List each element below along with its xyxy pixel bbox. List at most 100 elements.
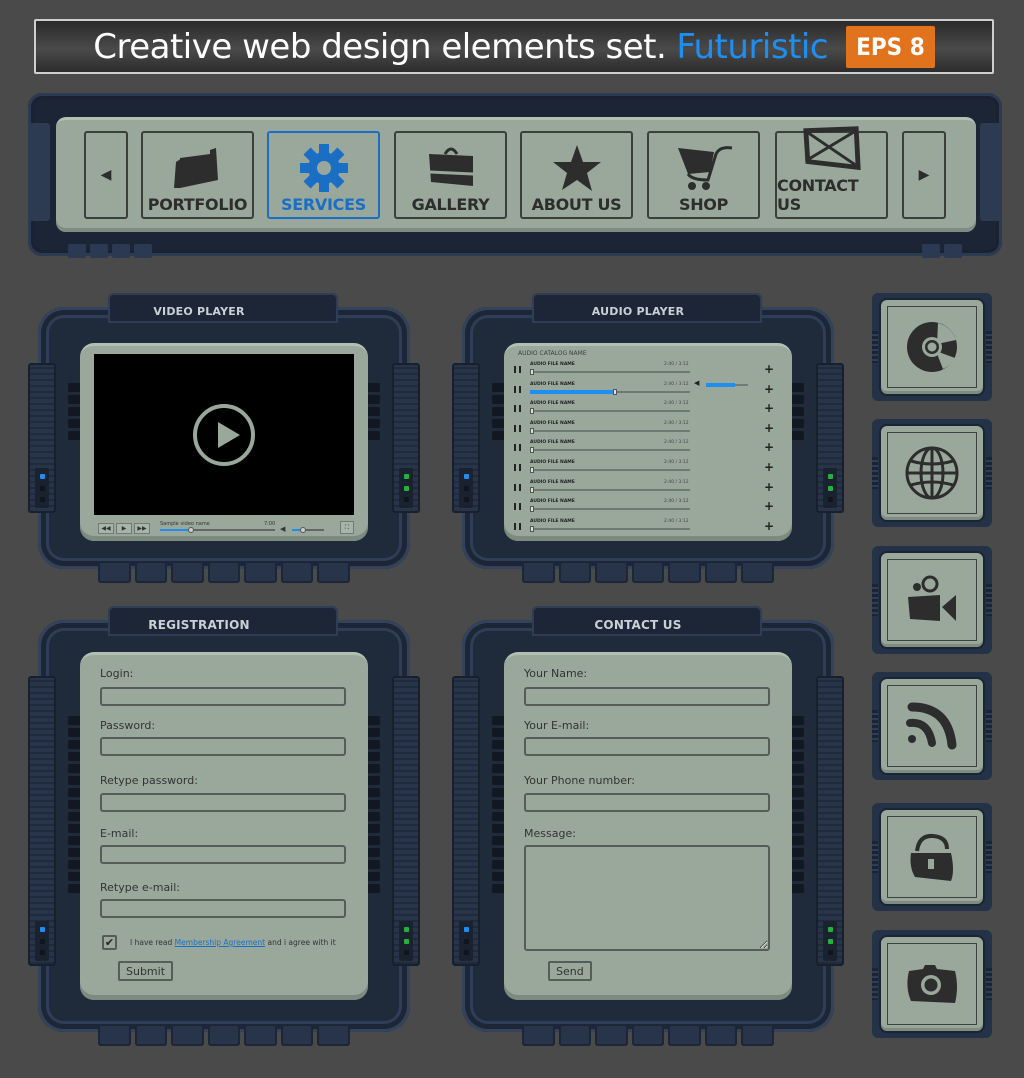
folder-icon	[168, 141, 228, 195]
agree-checkbox[interactable]: ✔	[102, 935, 117, 950]
audio-player-panel: AUDIO PLAYER AUDIO CATALOG NAME AUDIO FI…	[452, 293, 844, 583]
nav-item-gallery[interactable]: GALLERY	[394, 131, 507, 219]
audio-progress-knob[interactable]	[530, 408, 534, 415]
pause-icon[interactable]	[514, 366, 521, 373]
globe-icon[interactable]	[887, 432, 977, 514]
nav-item-contact-us[interactable]: CONTACT US	[775, 126, 888, 219]
audio-time: 2:40 / 3:12	[664, 479, 689, 485]
audio-progress-knob[interactable]	[613, 388, 618, 395]
audio-time: 2:40 / 3:12	[664, 440, 689, 446]
rss-icon[interactable]	[887, 685, 977, 767]
audio-progress-knob[interactable]	[530, 467, 534, 473]
video-area[interactable]	[94, 354, 354, 515]
nav-item-services[interactable]: SERVICES	[267, 131, 380, 219]
message-textarea[interactable]	[524, 845, 770, 951]
add-icon[interactable]: +	[764, 461, 774, 473]
nav-label: CONTACT US	[777, 176, 859, 214]
email-input[interactable]	[100, 845, 346, 864]
icon-tile-rss	[872, 672, 992, 780]
audio-progress-slider[interactable]	[530, 427, 690, 434]
audio-progress-knob[interactable]	[530, 525, 534, 532]
pause-icon[interactable]	[514, 405, 521, 413]
email-input[interactable]	[524, 737, 770, 756]
audio-track-row: AUDIO FILE NAME 2:40 / 3:12 +	[514, 440, 776, 458]
audio-progress-knob[interactable]	[530, 447, 534, 454]
audio-progress-slider[interactable]	[530, 486, 690, 493]
audio-progress-slider[interactable]	[530, 447, 690, 454]
nav-item-shop[interactable]: SHOP	[647, 131, 760, 219]
audio-file-name: AUDIO FILE NAME	[530, 401, 575, 407]
pause-icon[interactable]	[514, 483, 521, 491]
audio-progress-knob[interactable]	[530, 506, 534, 513]
video-camera-icon[interactable]	[887, 559, 977, 641]
audio-progress-slider[interactable]	[530, 408, 690, 415]
contact-title: CONTACT US	[594, 618, 682, 632]
email-label: Your E-mail:	[524, 719, 590, 732]
login-input[interactable]	[100, 687, 346, 706]
audio-progress-slider[interactable]	[530, 467, 690, 473]
audio-progress-slider[interactable]	[530, 369, 690, 375]
camera-icon[interactable]	[887, 943, 977, 1025]
eps-badge: EPS 8	[846, 25, 935, 68]
disc-icon[interactable]	[887, 306, 977, 388]
message-label: Message:	[524, 827, 576, 840]
audio-time: 2:40 / 3:12	[664, 362, 689, 367]
retype-password-label: Retype password:	[100, 774, 198, 787]
nav-prev-button[interactable]: ◀	[84, 131, 128, 219]
audio-progress-slider[interactable]	[530, 525, 690, 532]
audio-progress-slider[interactable]	[530, 506, 690, 513]
nav-label: GALLERY	[411, 195, 490, 214]
audio-progress-knob[interactable]	[530, 427, 534, 434]
video-screen: ◀◀ ▶ ▶▶ Sample video name 7:00 ◀ ⛶	[80, 343, 368, 541]
add-icon[interactable]: +	[764, 520, 774, 532]
video-progress-slider[interactable]	[160, 527, 275, 533]
audio-track-row: AUDIO FILE NAME 2:40 / 3:12 +	[514, 499, 776, 517]
banner-title: Creative web design elements set.	[93, 26, 667, 67]
rewind-button[interactable]: ◀◀	[98, 523, 114, 534]
icon-tile-globe	[872, 419, 992, 527]
audio-track-row: AUDIO FILE NAME 2:40 / 3:12 +	[514, 480, 776, 498]
unlock-icon[interactable]	[887, 816, 977, 898]
speaker-icon[interactable]: ◀	[280, 525, 285, 533]
play-circle-icon[interactable]	[193, 403, 255, 466]
add-icon[interactable]: +	[764, 422, 774, 434]
audio-progress-knob[interactable]	[530, 369, 534, 375]
play-button[interactable]: ▶	[116, 523, 132, 534]
pause-icon[interactable]	[514, 424, 521, 432]
send-button[interactable]: Send	[548, 961, 592, 981]
pause-icon[interactable]	[514, 385, 521, 393]
email-label: E-mail:	[100, 827, 139, 840]
nav-next-button[interactable]: ▶	[902, 131, 946, 219]
agree-text: I have read Membership Agreement and i a…	[130, 938, 336, 947]
add-icon[interactable]: +	[764, 481, 774, 493]
fast-forward-button[interactable]: ▶▶	[134, 523, 150, 534]
cart-icon	[674, 141, 734, 195]
add-icon[interactable]: +	[764, 402, 774, 414]
membership-agreement-link[interactable]: Membership Agreement	[175, 938, 265, 947]
pause-icon[interactable]	[514, 522, 521, 530]
retype-email-input[interactable]	[100, 899, 346, 918]
phone-input[interactable]	[524, 793, 770, 812]
audio-file-name: AUDIO FILE NAME	[530, 499, 575, 505]
icon-tile-camera	[872, 930, 992, 1038]
pause-icon[interactable]	[514, 464, 521, 471]
pause-icon[interactable]	[514, 444, 521, 452]
retype-password-input[interactable]	[100, 793, 346, 812]
nav-item-portfolio[interactable]: PORTFOLIO	[141, 131, 254, 219]
video-volume-slider[interactable]	[292, 527, 324, 533]
add-icon[interactable]: +	[764, 383, 774, 395]
password-input[interactable]	[100, 737, 346, 756]
add-icon[interactable]: +	[764, 500, 774, 512]
audio-track-row: AUDIO FILE NAME 2:40 / 3:12 +	[514, 401, 776, 419]
nav-item-about-us[interactable]: ABOUT US	[520, 131, 633, 219]
retype-email-label: Retype e-mail:	[100, 881, 180, 894]
audio-progress-slider[interactable]	[530, 388, 690, 395]
add-icon[interactable]: +	[764, 441, 774, 453]
name-input[interactable]	[524, 687, 770, 706]
submit-button[interactable]: Submit	[118, 961, 174, 981]
fullscreen-button[interactable]: ⛶	[340, 521, 354, 534]
pause-icon[interactable]	[514, 503, 521, 511]
audio-volume-control[interactable]: ◀	[694, 379, 749, 388]
add-icon[interactable]: +	[764, 363, 774, 375]
audio-progress-knob[interactable]	[530, 486, 534, 493]
